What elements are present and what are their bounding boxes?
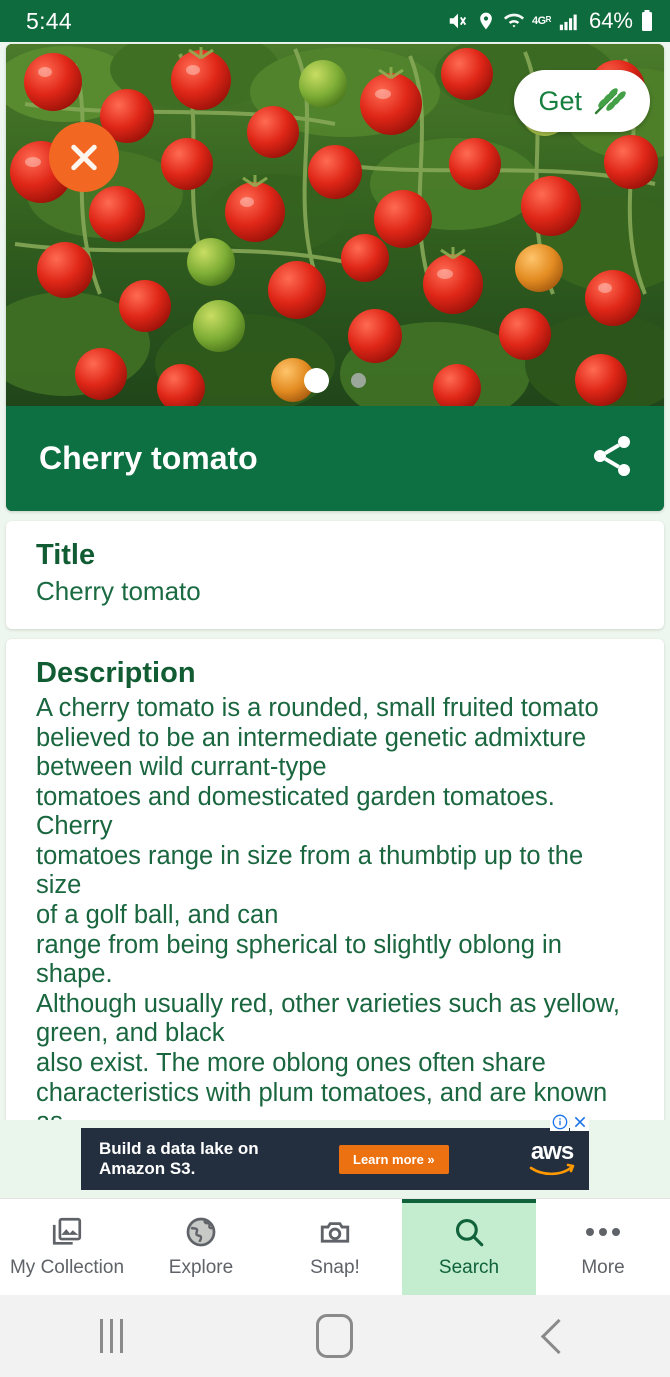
status-bar: 5:44 4G R 64% xyxy=(0,0,670,42)
recents-icon xyxy=(100,1319,124,1353)
back-chevron-icon xyxy=(540,1318,576,1354)
tab-my-collection[interactable]: My Collection xyxy=(0,1199,134,1295)
ad-banner[interactable]: Build a data lake on Amazon S3. Learn mo… xyxy=(81,1112,589,1190)
carousel-dot-2[interactable] xyxy=(351,373,366,388)
home-icon xyxy=(316,1314,354,1358)
carousel-dot-1[interactable] xyxy=(304,368,329,393)
mute-icon xyxy=(447,10,469,32)
aws-logo: aws xyxy=(529,1138,575,1175)
more-dots-icon xyxy=(586,1215,620,1249)
get-button-label: Get xyxy=(538,85,582,116)
globe-icon xyxy=(184,1215,218,1249)
app-root: 5:44 4G R 64% Get Cherry tomato Title Ch… xyxy=(0,0,670,1377)
ad-headline: Build a data lake on Amazon S3. xyxy=(99,1138,259,1178)
get-button[interactable]: Get xyxy=(514,70,650,132)
wifi-icon xyxy=(503,10,525,32)
camera-icon xyxy=(318,1215,352,1249)
home-button[interactable] xyxy=(275,1306,395,1366)
ad-cta-button[interactable]: Learn more » xyxy=(339,1144,449,1174)
battery-percent-label: 64% xyxy=(588,8,633,33)
plant-name: Cherry tomato xyxy=(39,440,258,476)
description-card: Description A cherry tomato is a rounded… xyxy=(6,639,664,1120)
description-card-heading: Description xyxy=(36,657,196,689)
tab-my-collection-label: My Collection xyxy=(9,1257,125,1278)
plant-title-bar: Cherry tomato xyxy=(6,406,664,511)
scroll-content[interactable]: Get Cherry tomato Title Cherry tomato De… xyxy=(0,42,670,1120)
tab-more[interactable]: More xyxy=(536,1199,670,1295)
ad-badge-group xyxy=(550,1112,589,1131)
description-card-text: A cherry tomato is a rounded, small frui… xyxy=(36,694,620,1120)
aws-logo-text: aws xyxy=(530,1138,574,1166)
tab-more-label: More xyxy=(581,1257,625,1278)
network-type-label: 4G R xyxy=(531,14,551,27)
tab-search[interactable]: Search xyxy=(402,1199,536,1295)
photo-collection-icon xyxy=(50,1215,84,1249)
leaf-icon xyxy=(592,86,626,116)
title-card-heading: Title xyxy=(36,539,96,571)
search-icon xyxy=(452,1215,486,1249)
back-button[interactable] xyxy=(498,1306,618,1366)
plant-hero-card: Get Cherry tomato xyxy=(6,44,664,511)
tab-snap-label: Snap! xyxy=(310,1257,360,1278)
android-nav-bar xyxy=(0,1295,670,1377)
recents-button[interactable] xyxy=(52,1306,172,1366)
battery-icon xyxy=(640,9,654,33)
status-time: 5:44 xyxy=(26,7,72,34)
signal-icon xyxy=(558,10,580,32)
plant-photo[interactable]: Get xyxy=(6,44,664,406)
carousel-indicator[interactable] xyxy=(6,368,664,393)
close-icon xyxy=(67,140,101,174)
ad-close-icon[interactable] xyxy=(570,1112,589,1131)
tab-snap[interactable]: Snap! xyxy=(268,1199,402,1295)
close-button[interactable] xyxy=(49,122,119,192)
location-icon xyxy=(476,10,496,32)
share-button[interactable] xyxy=(588,432,636,485)
title-card-value: Cherry tomato xyxy=(36,576,201,606)
tab-explore[interactable]: Explore xyxy=(134,1199,268,1295)
title-card: Title Cherry tomato xyxy=(6,521,664,629)
aws-smile-icon xyxy=(529,1163,575,1175)
ad-container: Build a data lake on Amazon S3. Learn mo… xyxy=(0,1112,670,1198)
status-icon-group: 4G R 64% xyxy=(447,8,654,34)
share-icon xyxy=(588,432,636,485)
bottom-tab-bar: My Collection Explore Snap! Search More xyxy=(0,1198,670,1295)
tab-search-label: Search xyxy=(438,1257,500,1278)
tab-explore-label: Explore xyxy=(168,1257,234,1278)
ad-info-icon[interactable] xyxy=(550,1112,569,1131)
